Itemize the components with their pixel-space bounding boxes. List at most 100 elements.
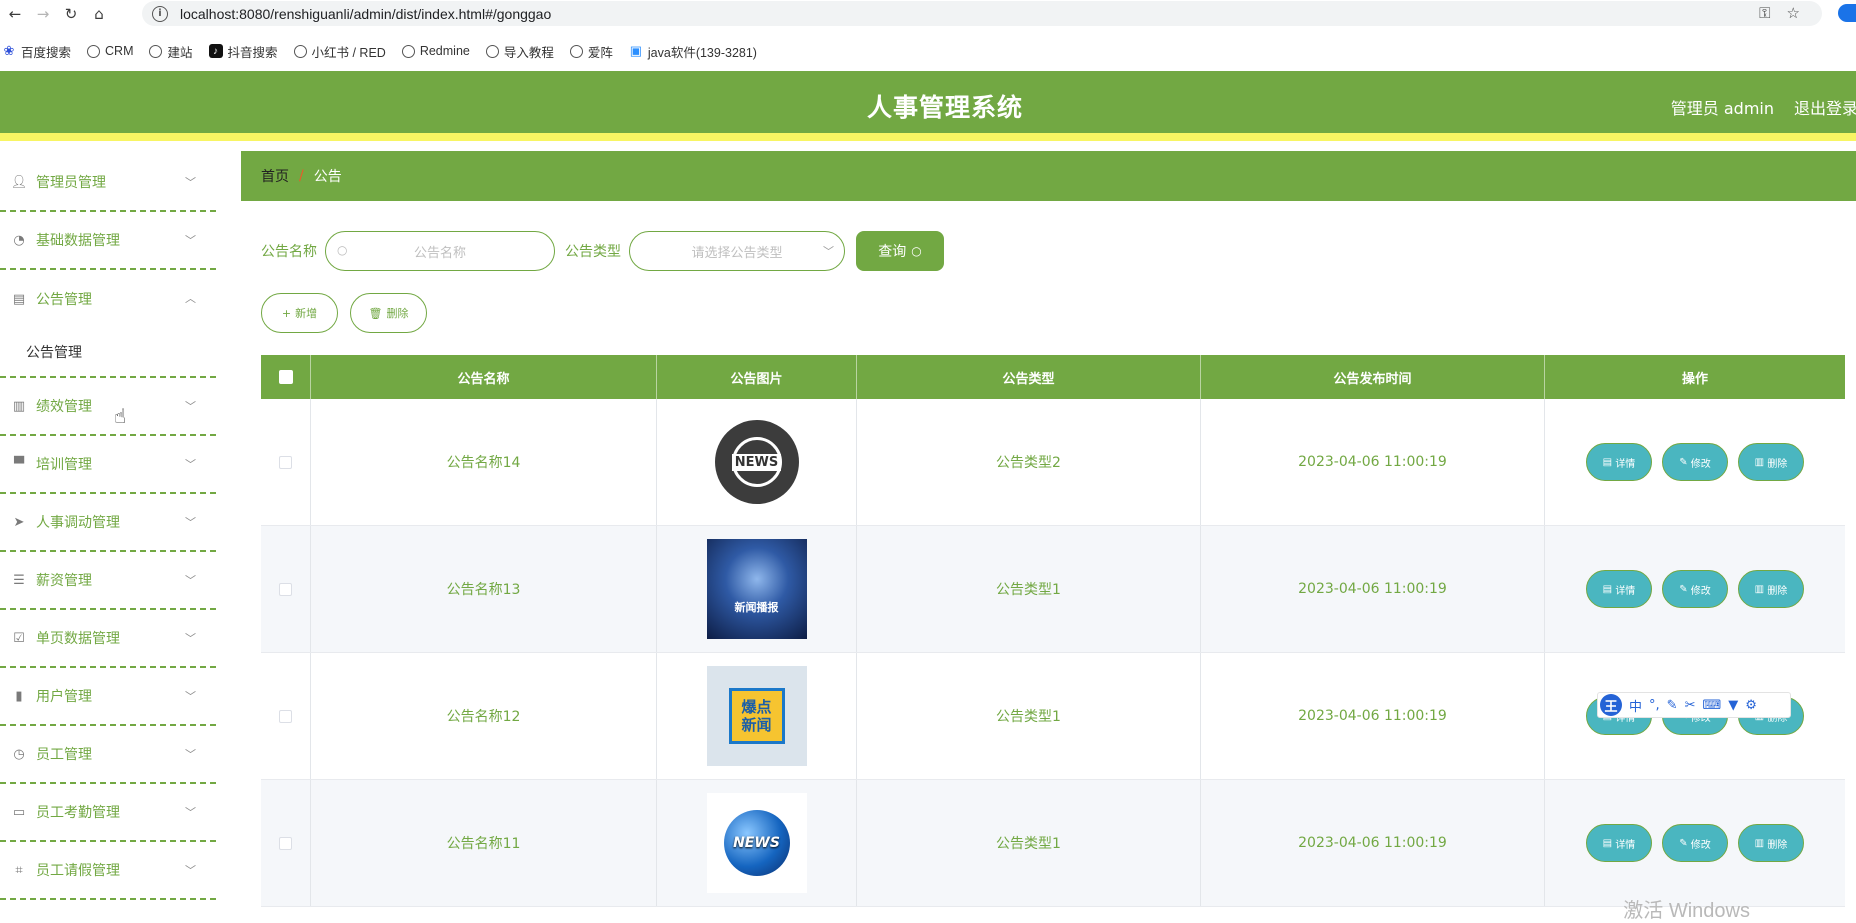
detail-button[interactable]: ▤ 详情 — [1586, 443, 1652, 481]
notebook-icon: ▥ — [12, 398, 26, 414]
sidebar-item-notice[interactable]: ▤ 公告管理 ︿ — [0, 270, 216, 328]
notice-name-cell: 公告名称12 — [311, 653, 657, 779]
breadcrumb-home[interactable]: 首页 — [261, 166, 289, 186]
select-all-cell — [261, 355, 311, 399]
site-info-icon[interactable]: i — [152, 5, 168, 22]
chevron-down-icon: ﹀ — [185, 632, 196, 645]
row-checkbox[interactable] — [279, 582, 292, 596]
logout-link[interactable]: 退出登录 — [1794, 95, 1856, 119]
notice-image-cell: 新闻播报 — [657, 526, 857, 652]
crop-icon: ⌗ — [15, 862, 23, 878]
detail-button[interactable]: ▤ 详情 — [1586, 570, 1652, 608]
delete-button[interactable]: ▥ 删除 — [1738, 824, 1804, 862]
notice-type-cell: 公告类型1 — [857, 526, 1201, 652]
sidebar-item-performance[interactable]: ▥ 绩效管理 ﹀ — [0, 378, 216, 436]
sidebar-item-training[interactable]: ▀ 培训管理 ﹀ — [0, 436, 216, 494]
notice-image-cell: NEWS — [657, 780, 857, 906]
sidebar-item-single-page[interactable]: ☑ 单页数据管理 ﹀ — [0, 610, 216, 668]
notice-name-cell: 公告名称13 — [311, 526, 657, 652]
reload-icon[interactable]: ↻ — [58, 1, 84, 27]
delete-button[interactable]: ▥ 删除 — [1738, 570, 1804, 608]
table-header: 公告名称 公告图片 公告类型 公告发布时间 操作 — [261, 355, 1845, 399]
ops-cell: ▤ 详情 ✎ 修改 ▥ 删除 — [1545, 526, 1845, 652]
back-icon[interactable]: ← — [2, 1, 28, 27]
chevron-up-icon: ︿ — [185, 292, 196, 305]
bookmark-item[interactable]: ❀ 百度搜索 — [2, 42, 71, 61]
trash-icon: ▥ — [1754, 583, 1768, 595]
bookmark-item[interactable]: 爱阵 — [569, 42, 613, 61]
breadcrumb-current: 公告 — [313, 169, 342, 185]
row-select-cell — [261, 780, 311, 906]
query-button[interactable]: 查询 ○ — [856, 231, 944, 271]
add-button[interactable]: + 新增 — [261, 293, 338, 333]
chevron-down-icon: ﹀ — [185, 864, 196, 877]
bookmark-item[interactable]: Redmine — [401, 44, 470, 58]
edit-button[interactable]: ✎ 修改 — [1662, 443, 1728, 481]
star-icon[interactable]: ☆ — [1787, 4, 1800, 22]
bookmarks-bar: ❀ 百度搜索 CRM 建站 ♪ 抖音搜索 小红书 / RED Redmine 导入教… — [0, 36, 1856, 66]
ime-logo-icon: 王 — [1600, 694, 1622, 716]
chevron-down-icon: ﹀ — [185, 516, 196, 529]
bookmark-item[interactable]: 小红书 / RED — [293, 42, 386, 61]
detail-button[interactable]: ▤ 详情 — [1586, 824, 1652, 862]
bookmark-item[interactable]: ▣ java软件(139-3281) — [629, 42, 757, 61]
notice-table: 公告名称 公告图片 公告类型 公告发布时间 操作 公告名称14 NEWS 公告类… — [261, 355, 1845, 907]
row-checkbox[interactable] — [279, 709, 292, 723]
edit-button[interactable]: ✎ 修改 — [1662, 824, 1728, 862]
pencil-icon: ✎ — [1679, 837, 1691, 849]
key-icon[interactable]: ⚿ — [1759, 4, 1770, 22]
sidebar-item-admin[interactable]: 👤︎ 管理员管理 ﹀ — [0, 154, 216, 212]
sidebar-item-salary[interactable]: ☰ 薪资管理 ﹀ — [0, 552, 216, 610]
notice-time-cell: 2023-04-06 11:00:19 — [1201, 780, 1545, 906]
sidebar-item-basic-data[interactable]: ◔ 基础数据管理 ﹀ — [0, 212, 216, 270]
bookmark-item[interactable]: CRM — [87, 44, 133, 58]
scissors-icon[interactable]: ✂ — [1685, 698, 1696, 713]
notice-name-cell: 公告名称11 — [311, 780, 657, 906]
row-checkbox[interactable] — [279, 455, 292, 469]
sidebar-item-users[interactable]: ▮ 用户管理 ﹀ — [0, 668, 216, 726]
address-bar[interactable]: i localhost:8080/renshiguanli/admin/dist… — [142, 1, 1822, 26]
sidebar-subitem-notice-manage[interactable]: 公告管理 — [0, 328, 216, 378]
notice-type-select[interactable]: 请选择公告类型 ﹀ — [629, 231, 845, 271]
sidebar-item-leave[interactable]: ⌗ 员工请假管理 ﹀ — [0, 842, 216, 900]
notice-time-cell: 2023-04-06 11:00:19 — [1201, 399, 1545, 525]
batch-delete-button[interactable]: 🗑︎ 删除 — [350, 293, 427, 333]
keyboard-icon[interactable]: ⌨ — [1702, 698, 1721, 713]
breadcrumb-separator: / — [299, 168, 304, 184]
table-row: 公告名称13 新闻播报 公告类型1 2023-04-06 11:00:19 ▤ … — [261, 526, 1845, 653]
edit-button[interactable]: ✎ 修改 — [1662, 570, 1728, 608]
notice-image: 新闻播报 — [706, 539, 807, 639]
globe-icon — [485, 44, 499, 58]
profile-icon[interactable] — [1838, 4, 1856, 22]
bookmark-item[interactable]: 导入教程 — [485, 42, 554, 61]
sidebar-item-transfer[interactable]: ➤ 人事调动管理 ﹀ — [0, 494, 216, 552]
sidebar-item-attendance[interactable]: ▭ 员工考勤管理 ﹀ — [0, 784, 216, 842]
delete-button[interactable]: ▥ 删除 — [1738, 443, 1804, 481]
forward-icon[interactable]: → — [30, 1, 56, 27]
chevron-down-icon: ﹀ — [823, 245, 834, 258]
row-checkbox[interactable] — [279, 836, 292, 850]
ime-mode-toggle[interactable]: 中 — [1629, 696, 1642, 715]
app-title: 人事管理系统 — [866, 93, 1023, 122]
search-icon: ○ — [911, 244, 922, 258]
chevron-down-icon: ﹀ — [185, 748, 196, 761]
home-icon[interactable]: ⌂ — [86, 1, 112, 27]
chevron-down-icon: ﹀ — [185, 574, 196, 587]
app-header: 人事管理系统 管理员 admin 退出登录 — [0, 71, 1856, 141]
windows-activation-watermark: 激活 Windows — [1623, 900, 1750, 922]
notice-time-cell: 2023-04-06 11:00:19 — [1201, 526, 1545, 652]
send-icon: ➤ — [13, 514, 25, 530]
notice-type-cell: 公告类型1 — [857, 653, 1201, 779]
sidebar-item-employees[interactable]: ◷ 员工管理 ﹀ — [0, 726, 216, 784]
chevron-down-icon: ﹀ — [185, 234, 196, 247]
notice-name-input[interactable]: ○ 公告名称 — [325, 231, 555, 271]
select-all-checkbox[interactable] — [278, 370, 293, 384]
punctuation-icon[interactable]: °, — [1649, 698, 1660, 713]
bookmark-item[interactable]: ♪ 抖音搜索 — [208, 42, 278, 61]
skin-icon[interactable]: ▼ — [1728, 698, 1738, 713]
bookmark-item[interactable]: 建站 — [149, 42, 193, 61]
ime-toolbar[interactable]: 王 中 °, ✎ ✂ ⌨ ▼ ⚙ — [1597, 692, 1791, 718]
pen-icon[interactable]: ✎ — [1667, 698, 1678, 713]
gear-icon[interactable]: ⚙ — [1745, 698, 1757, 713]
row-select-cell — [261, 526, 311, 652]
